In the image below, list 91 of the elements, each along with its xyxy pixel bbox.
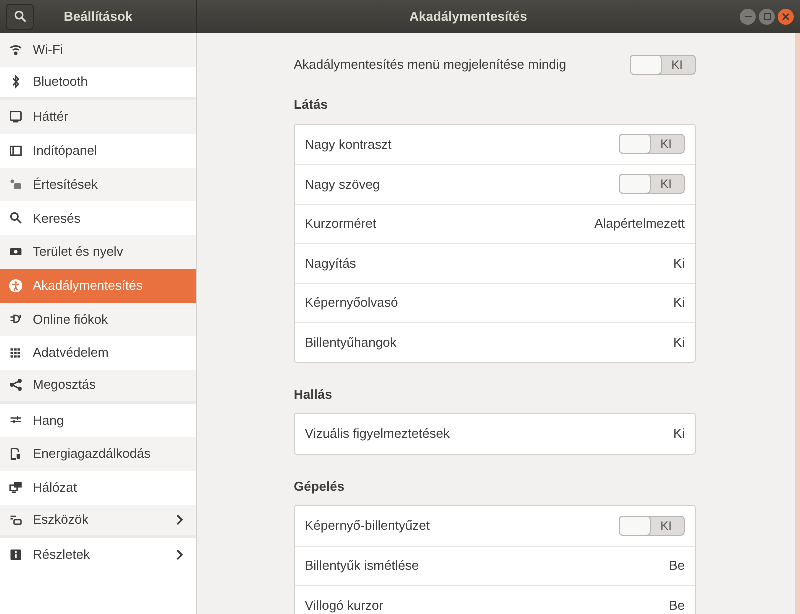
sidebar-item-label: Online fiókok [33,310,110,329]
close-icon [782,12,790,20]
sidebar-item-label: Értesítések [33,176,100,194]
settings-row[interactable]: Nagy kontraszt KI [295,124,695,164]
sidebar-item-label: Háttér [33,108,70,126]
computers-icon [9,480,23,495]
row-label: Nagyítás [305,254,356,273]
sidebar-item[interactable]: Megosztás [0,370,196,404]
info-icon [9,548,23,562]
sidebar-item[interactable]: Eszközök [0,504,196,538]
sidebar-item[interactable]: Hang [0,404,196,438]
row-label: Billentyűhangok [305,334,397,352]
chevron-right-icon [176,514,184,526]
toggle-knob [630,55,662,75]
row-label: Vizuális figyelmeztetések [305,425,450,443]
scrollbar[interactable] [795,33,800,614]
settings-row[interactable]: Nagyítás Ki [295,243,695,282]
section-heading: Látás [294,96,329,114]
toggle-switch[interactable]: KI [630,55,696,75]
row-label: Kurzorméret [305,215,377,233]
sidebar-item-label: Terület és nyelv [33,243,124,262]
settings-row[interactable]: Vizuális figyelmeztetések Ki [295,414,695,454]
toggle-state-label: KI [660,136,672,154]
row-value: Ki [673,254,685,272]
sidebar-item[interactable]: Háttér [0,100,196,134]
minimize-button[interactable] [740,8,756,24]
settings-row[interactable]: Villogó kurzor Be [295,585,695,614]
close-button[interactable] [778,8,794,24]
row-label: Képernyő-billentyűzet [305,517,430,535]
sidebar-item[interactable]: Bluetooth [0,66,196,100]
sidebar-item[interactable]: Értesítések [0,168,196,202]
sidebar-item-label: Adatvédelem [33,344,110,362]
sidebar-item-label: Hálózat [33,479,78,498]
row-value: Alapértelmezett [594,215,685,233]
wifi-icon [9,42,23,57]
sidebar-item-label: Energiagazdálkodás [33,445,152,464]
settings-row[interactable]: Billentyűhangok Ki [295,322,695,362]
search-icon [14,10,26,23]
battery-plug-icon [9,447,23,462]
toggle-knob [619,516,651,536]
row-value: Ki [673,294,685,312]
sidebar-item-label: Bluetooth [33,73,89,92]
row-value: Ki [673,334,685,352]
accessibility-icon [9,278,23,293]
toggle-switch[interactable]: KI [619,174,685,194]
toggle-state-label: KI [672,57,683,74]
sidebar-item[interactable]: Terület és nyelv [0,235,196,269]
sidebar-item-label: Indítópanel [33,142,98,160]
sidebar-item-label: Részletek [33,546,92,564]
panel-icon [9,144,23,158]
sidebar-item-label: Wi-Fi [33,41,64,60]
window-title: Akadálymentesítés [410,8,528,26]
row-value: Ki [673,425,685,443]
toggle-state-label: KI [660,176,672,194]
settings-row[interactable]: Képernyő-billentyűzet KI [295,506,695,546]
toggle-knob [619,174,651,194]
section-heading: Gépelés [294,478,346,496]
row-label: Billentyűk ismétlése [305,557,420,575]
toggle-switch[interactable]: KI [619,516,685,536]
settings-row[interactable]: Nagy szöveg KI [295,164,695,204]
section-heading: Hallás [294,386,334,404]
settings-row[interactable]: Képernyőolvasó Ki [295,282,695,322]
chevron-right-icon [176,549,184,562]
row-label: Villogó kurzor [305,596,384,614]
search-icon [9,211,23,226]
row-value: Be [669,557,685,575]
sidebar-title: Beállítások [64,8,133,26]
grid-icon [9,346,23,360]
sidebar-item[interactable]: Wi-Fi [0,33,196,67]
sidebar-item-label: Akadálymentesítés [33,276,144,295]
search-button[interactable] [6,4,34,30]
share-icon [9,378,23,392]
sidebar-item[interactable]: Energiagazdálkodás [0,437,196,471]
monitor-icon [9,110,23,124]
sidebar-item[interactable]: Online fiókok [0,302,196,336]
settings-row[interactable]: Kurzorméret Alapértelmezett [295,204,695,243]
sidebar-item-label: Keresés [33,210,82,228]
sidebar-item-label: Hang [33,412,66,430]
option-label: Akadálymentesítés menü megjelenítése mindig [294,56,566,74]
row-label: Nagy szöveg [305,176,380,194]
sidebar-item-label: Eszközök [33,511,90,530]
settings-row[interactable]: Billentyűk ismétlése Be [295,546,695,585]
row-value: Be [669,596,685,614]
toggle-switch[interactable]: KI [619,134,685,154]
row-label: Képernyőolvasó [305,294,398,312]
maximize-button[interactable] [759,8,775,24]
chat-bubble-icon [9,178,23,192]
sidebar-item-label: Megosztás [33,376,97,394]
toggle-knob [619,134,651,154]
toggle-state-label: KI [660,518,672,535]
row-label: Nagy kontraszt [305,136,392,154]
